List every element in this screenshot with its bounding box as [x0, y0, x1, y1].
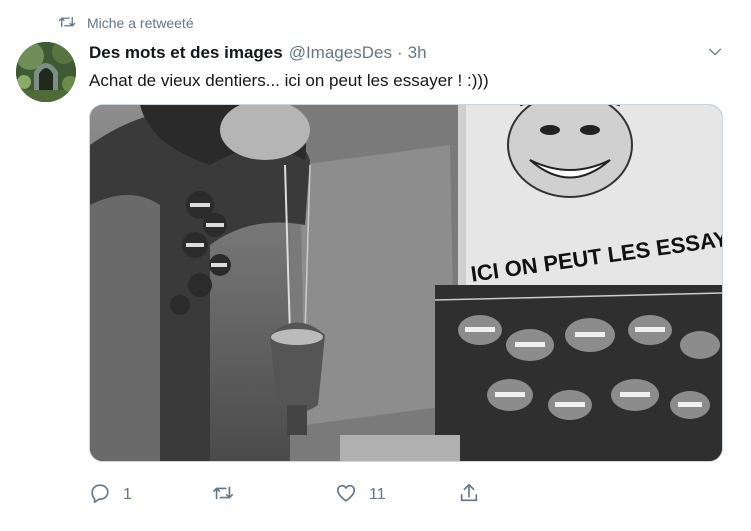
- tweet-photo[interactable]: ICI ON PEUT LES ESSAYER: [89, 104, 723, 462]
- reply-button[interactable]: 1: [89, 482, 132, 508]
- heart-icon: [335, 482, 357, 509]
- tweet-timestamp[interactable]: 3h: [408, 43, 427, 63]
- retweet-icon: [212, 482, 234, 509]
- tweet-actions: 1 11: [89, 482, 689, 508]
- author-handle[interactable]: @ImagesDes: [289, 43, 392, 63]
- more-options-button[interactable]: [703, 42, 727, 66]
- tweet-card[interactable]: Miche a retweeté Des mots et des images …: [0, 0, 751, 531]
- retweet-icon: [58, 13, 87, 34]
- share-icon: [458, 482, 480, 509]
- tweet-header: Des mots et des images @ImagesDes · 3h: [89, 42, 427, 64]
- like-button[interactable]: 11: [335, 482, 386, 508]
- retweet-context-text: Miche a retweeté: [87, 15, 194, 31]
- reply-count: 1: [123, 486, 132, 503]
- reply-icon: [89, 482, 111, 509]
- retweet-context: Miche a retweeté: [58, 13, 194, 33]
- author-name[interactable]: Des mots et des images: [89, 43, 283, 63]
- tweet-text: Achat de vieux dentiers... ici on peut l…: [89, 71, 489, 90]
- share-button[interactable]: [458, 482, 492, 508]
- like-count: 11: [369, 486, 386, 503]
- avatar[interactable]: [16, 42, 76, 102]
- separator-dot: ·: [396, 43, 403, 62]
- chevron-down-icon: [707, 44, 723, 65]
- retweet-button[interactable]: [212, 482, 246, 508]
